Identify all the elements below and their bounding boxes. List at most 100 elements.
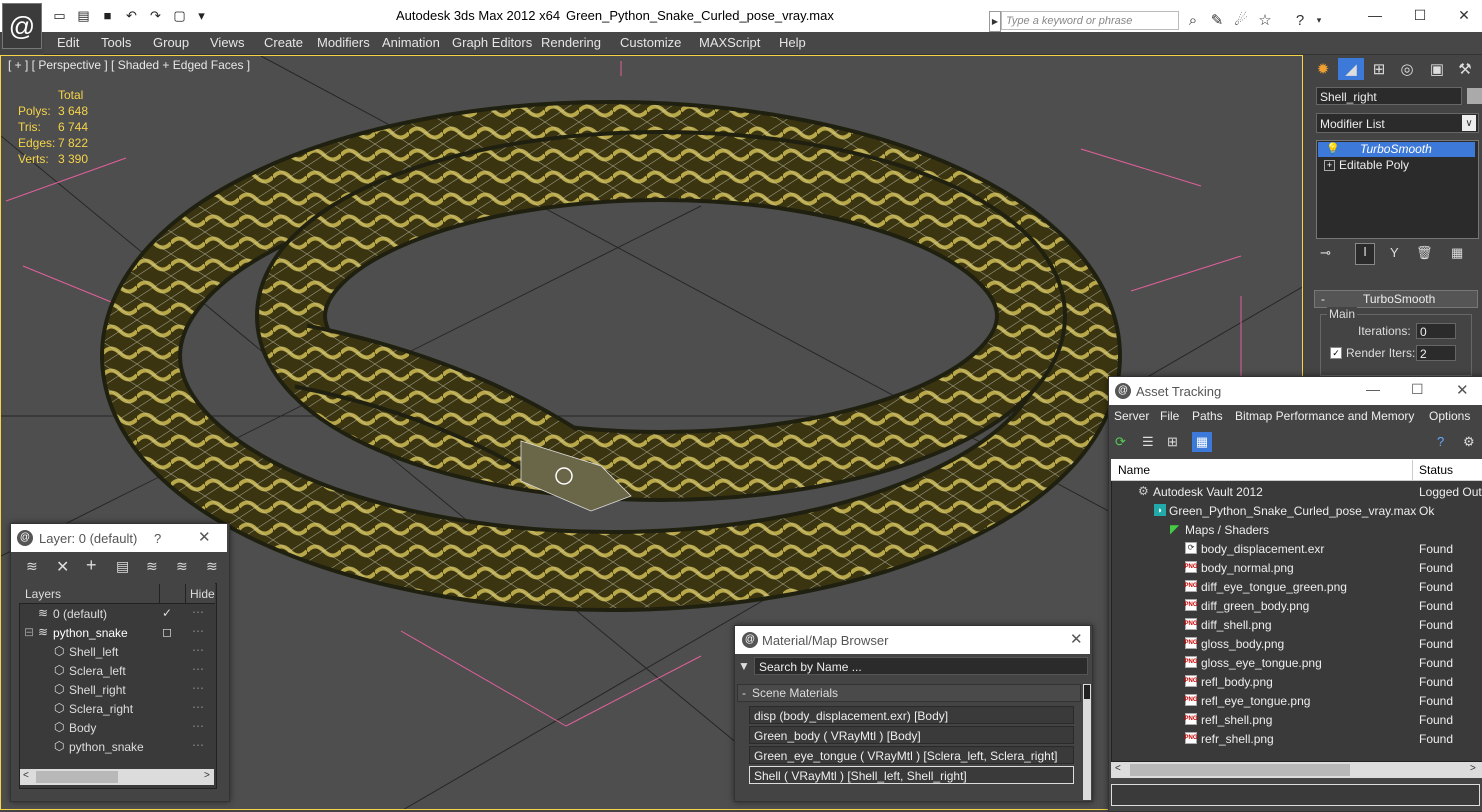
hierarchy-tab-icon[interactable]: ⊞ [1366, 58, 1392, 80]
asset-row[interactable]: PNG gloss_eye_tongue.png Found [1112, 654, 1482, 673]
modify-tab-icon[interactable]: ◢ [1338, 58, 1364, 80]
menu-maxscript[interactable]: MAXScript [699, 35, 760, 50]
material-item-selected[interactable]: Shell ( VRayMtl ) [Shell_left, Shell_rig… [749, 766, 1074, 784]
search-expand-icon[interactable]: ▶ [989, 11, 1001, 32]
remove-modifier-icon[interactable]: 🗑 [1416, 245, 1434, 263]
material-item[interactable]: disp (body_displacement.exr) [Body] [749, 706, 1074, 724]
save-file-icon[interactable]: ■ [99, 8, 116, 23]
render-iters-checkbox[interactable]: ✓ [1330, 347, 1342, 359]
minimize-icon[interactable]: — [1366, 381, 1380, 397]
menu-create[interactable]: Create [264, 35, 303, 50]
asset-menu-server[interactable]: Server [1114, 409, 1149, 423]
scene-materials-group[interactable]: - Scene Materials [737, 684, 1081, 702]
visibility-icon[interactable]: ⋯ [192, 681, 204, 695]
help-icon[interactable]: ? [1437, 434, 1444, 449]
layer-object-row[interactable]: ⬡ Body ⋯ [22, 719, 214, 738]
scroll-left-icon[interactable]: < [1115, 763, 1121, 774]
make-active-icon[interactable]: ◻ [162, 625, 172, 639]
create-layer-icon[interactable]: ≋ [26, 558, 38, 575]
asset-row[interactable]: PNG refl_shell.png Found [1112, 711, 1482, 730]
close-icon[interactable]: ✕ [1456, 381, 1469, 399]
close-icon[interactable]: ✕ [1453, 5, 1475, 25]
delete-layer-icon[interactable]: ✕ [56, 557, 69, 577]
visibility-icon[interactable]: ⋯ [192, 738, 204, 752]
stack-item-turbosmooth[interactable]: 💡 TurboSmooth [1318, 142, 1475, 157]
scroll-right-icon[interactable]: > [204, 770, 210, 781]
chevron-down-icon[interactable]: ▾ [1310, 11, 1328, 29]
layer-row[interactable]: ⊟ ≋ python_snake ◻ ⋯ [20, 624, 214, 643]
close-icon[interactable]: ✕ [198, 528, 211, 546]
visibility-icon[interactable]: ⋯ [192, 719, 204, 733]
expand-minus-icon[interactable]: ⊟ [24, 625, 34, 639]
project-folder-icon[interactable]: ▢ [171, 8, 188, 23]
asset-row[interactable]: PNG refl_body.png Found [1112, 673, 1482, 692]
scrollbar-thumb[interactable] [36, 771, 118, 783]
menu-graph-editors[interactable]: Graph Editors [452, 35, 532, 50]
maximize-icon[interactable]: ☐ [1411, 381, 1424, 398]
layer-object-row[interactable]: ⬡ Shell_right ⋯ [22, 681, 214, 700]
object-name-field[interactable]: Shell_right [1316, 87, 1462, 105]
redo-icon[interactable]: ↷ [147, 8, 164, 23]
scrollbar-thumb[interactable] [1084, 685, 1090, 699]
menu-customize[interactable]: Customize [620, 35, 681, 50]
modifier-list-dropdown[interactable]: Modifier List ∨ [1316, 113, 1479, 133]
table-view-icon[interactable]: ▦ [1192, 432, 1212, 452]
render-iters-spinner[interactable]: 2 [1416, 345, 1456, 361]
layer-object-row[interactable]: ⬡ python_snake ⋯ [22, 738, 214, 757]
maximize-icon[interactable]: ☐ [1409, 5, 1431, 25]
list-view-icon[interactable]: ☰ [1142, 434, 1154, 450]
menu-animation[interactable]: Animation [382, 35, 440, 50]
asset-menu-bitmap[interactable]: Bitmap Performance and Memory [1235, 409, 1414, 423]
asset-row[interactable]: ⚙ Autodesk Vault 2012 Logged Out [1112, 483, 1482, 502]
menu-tools[interactable]: Tools [101, 35, 131, 50]
configure-sets-icon[interactable]: ▦ [1451, 245, 1469, 263]
favorites-star-icon[interactable]: ☆ [1256, 11, 1274, 29]
browser-options-icon[interactable]: ▼ [738, 659, 750, 673]
asset-row[interactable]: PNG diff_shell.png Found [1112, 616, 1482, 635]
asset-menu-paths[interactable]: Paths [1192, 409, 1223, 423]
add-to-layer-icon[interactable]: + [86, 555, 97, 576]
undo-icon[interactable]: ↶ [123, 8, 140, 23]
iterations-spinner[interactable]: 0 [1416, 323, 1456, 339]
chevron-down-icon[interactable]: ▾ [193, 8, 210, 23]
asset-menu-options[interactable]: Options [1429, 409, 1470, 423]
utilities-tab-icon[interactable]: ⚒ [1452, 58, 1478, 80]
active-layer-check-icon[interactable]: ✓ [162, 606, 172, 620]
app-menu-button[interactable]: @ [2, 3, 42, 49]
binoculars-icon[interactable]: ⌕ [1184, 11, 1202, 29]
asset-row[interactable]: PNG refl_eye_tongue.png Found [1112, 692, 1482, 711]
layer-object-row[interactable]: ⬡ Shell_left ⋯ [22, 643, 214, 662]
scroll-right-icon[interactable]: > [1470, 763, 1476, 774]
visibility-icon[interactable]: ⋯ [192, 624, 204, 638]
menu-views[interactable]: Views [210, 35, 244, 50]
stack-item-editable-poly[interactable]: + Editable Poly [1318, 158, 1475, 173]
search-input[interactable]: Type a keyword or phrase [1001, 11, 1179, 30]
help-icon[interactable]: ? [1291, 11, 1309, 29]
make-unique-icon[interactable]: Y [1390, 245, 1408, 263]
asset-path-field[interactable] [1111, 784, 1480, 806]
viewport-label[interactable]: [ + ] [ Perspective ] [ Shaded + Edged F… [8, 58, 250, 72]
col-layers-header[interactable]: Layers [25, 587, 61, 601]
refresh-icon[interactable]: ⟳ [1115, 434, 1126, 450]
visibility-icon[interactable]: ⋯ [192, 643, 204, 657]
col-status-header[interactable]: Status [1419, 463, 1453, 477]
minimize-icon[interactable]: — [1364, 5, 1386, 25]
communication-center-icon[interactable]: ☄ [1232, 11, 1250, 29]
subscription-center-icon[interactable]: ✎ [1208, 11, 1226, 29]
object-color-swatch[interactable] [1467, 88, 1482, 104]
new-file-icon[interactable]: ▭ [51, 8, 68, 23]
motion-tab-icon[interactable]: ◎ [1394, 58, 1420, 80]
freeze-all-icon[interactable]: ≋ [206, 558, 218, 575]
asset-row[interactable]: PNG diff_eye_tongue_green.png Found [1112, 578, 1482, 597]
create-tab-icon[interactable]: ✹ [1310, 58, 1336, 80]
scroll-left-icon[interactable]: < [23, 770, 29, 781]
select-objects-icon[interactable]: ▤ [116, 558, 129, 575]
layer-object-row[interactable]: ⬡ Sclera_right ⋯ [22, 700, 214, 719]
asset-row[interactable]: ◗ Green_Python_Snake_Curled_pose_vray.ma… [1112, 502, 1482, 521]
material-item[interactable]: Green_body ( VRayMtl ) [Body] [749, 726, 1074, 744]
python-snake-model[interactable] [100, 100, 1122, 612]
asset-row[interactable]: PNG refr_shell.png Found [1112, 730, 1482, 749]
settings-icon[interactable]: ⚙ [1463, 434, 1475, 450]
asset-row[interactable]: ⟳ body_displacement.exr Found [1112, 540, 1482, 559]
close-icon[interactable]: ✕ [1070, 630, 1083, 648]
